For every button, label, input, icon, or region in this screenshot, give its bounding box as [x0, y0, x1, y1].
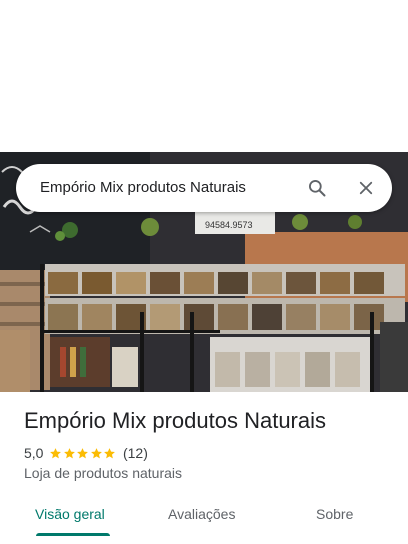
- star-icon: [50, 447, 62, 458]
- review-count[interactable]: (12): [123, 445, 148, 461]
- star-icon: [104, 447, 116, 458]
- star-icon: [64, 447, 75, 458]
- place-category: Loja de produtos naturais: [24, 465, 182, 481]
- top-blank-area: [0, 0, 408, 152]
- rating-row[interactable]: 5,0 (12): [24, 444, 148, 462]
- place-title: Empório Mix produtos Naturais: [24, 408, 327, 433]
- close-icon: [359, 181, 373, 195]
- tab-overview[interactable]: Visão geral: [35, 506, 105, 522]
- star-icon: [91, 447, 102, 458]
- tab-about[interactable]: Sobre: [316, 506, 353, 522]
- clear-search-button[interactable]: [352, 174, 380, 202]
- search-bar[interactable]: Empório Mix produtos Naturais: [16, 164, 392, 212]
- rating-score: 5,0: [24, 445, 44, 461]
- search-button[interactable]: [303, 174, 331, 202]
- rating-stars: [49, 447, 117, 460]
- search-icon: [309, 180, 326, 197]
- search-query-text[interactable]: Empório Mix produtos Naturais: [40, 179, 246, 196]
- star-icon: [77, 447, 89, 458]
- active-tab-indicator: [36, 533, 110, 536]
- tab-reviews[interactable]: Avaliações: [168, 506, 235, 522]
- storefront-sign: 94584.9573: [205, 220, 253, 230]
- place-tabs: Visão geral Avaliações Sobre: [0, 496, 408, 536]
